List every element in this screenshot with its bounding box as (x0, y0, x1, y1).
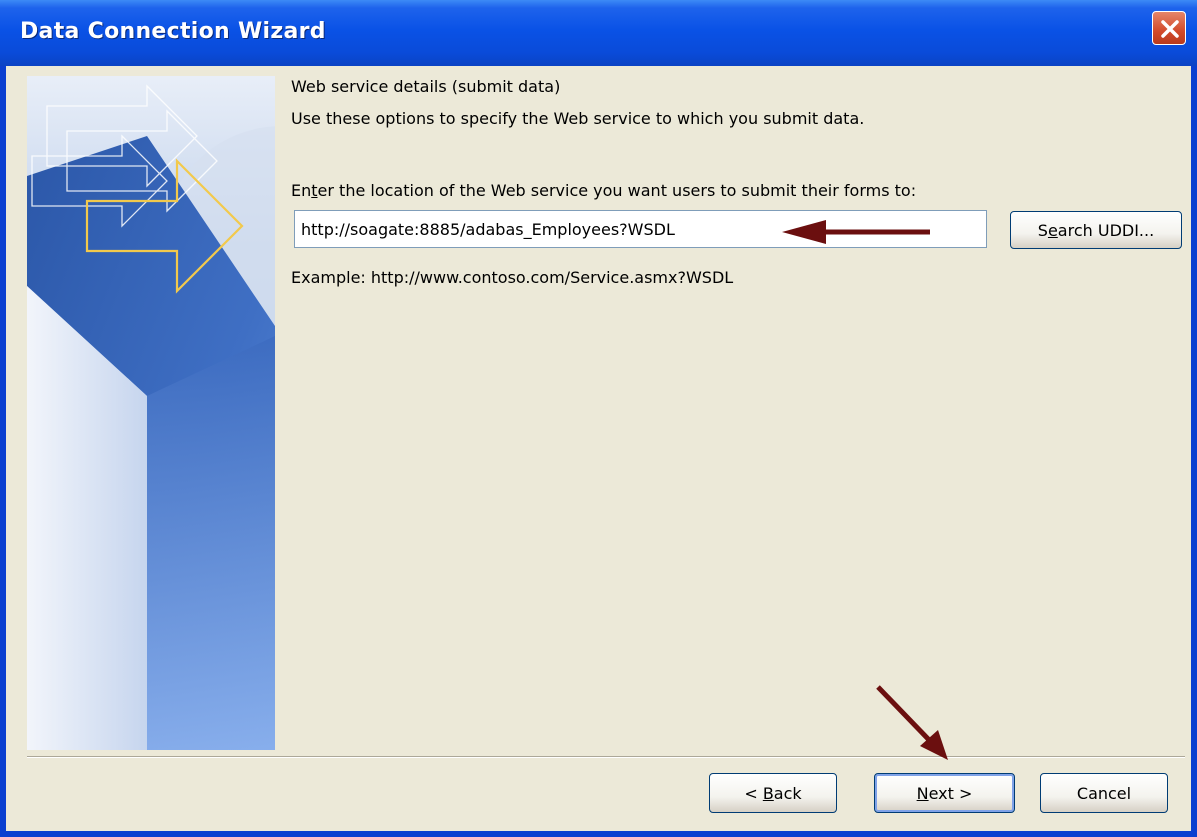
location-label: Enter the location of the Web service yo… (291, 181, 916, 200)
button-label-part: ext > (928, 783, 973, 803)
button-label-mnemonic: N (916, 783, 929, 803)
button-label-mnemonic: B (762, 783, 774, 803)
next-button[interactable]: Next > (874, 773, 1015, 813)
close-icon (1161, 20, 1179, 38)
button-separator (27, 756, 1185, 758)
button-label-part: S (1037, 220, 1048, 240)
location-label-part: En (291, 181, 312, 200)
example-text: Example: http://www.contoso.com/Service.… (291, 268, 734, 287)
button-label-part: < (744, 783, 763, 803)
window-title: Data Connection Wizard (20, 19, 326, 44)
button-label-part: arch UDDI... (1057, 220, 1155, 240)
dialog-client-area: Web service details (submit data) Use th… (6, 66, 1191, 831)
back-button[interactable]: < Back (709, 773, 837, 813)
location-label-part: er the location of the Web service you w… (317, 181, 917, 200)
button-label-mnemonic: e (1047, 220, 1058, 240)
web-service-url-input[interactable] (294, 210, 987, 248)
wizard-graphic-image (27, 76, 275, 750)
dialog-window: Data Connection Wizard Web service detai… (0, 0, 1197, 837)
wizard-side-graphic (27, 76, 275, 750)
page-description: Use these options to specify the Web ser… (291, 109, 865, 128)
cancel-button[interactable]: Cancel (1040, 773, 1168, 813)
page-heading: Web service details (submit data) (291, 77, 561, 96)
button-label-part: ack (773, 783, 802, 803)
close-button[interactable] (1152, 11, 1186, 45)
title-bar[interactable]: Data Connection Wizard (0, 0, 1197, 66)
search-uddi-button[interactable]: Search UDDI... (1010, 211, 1182, 249)
